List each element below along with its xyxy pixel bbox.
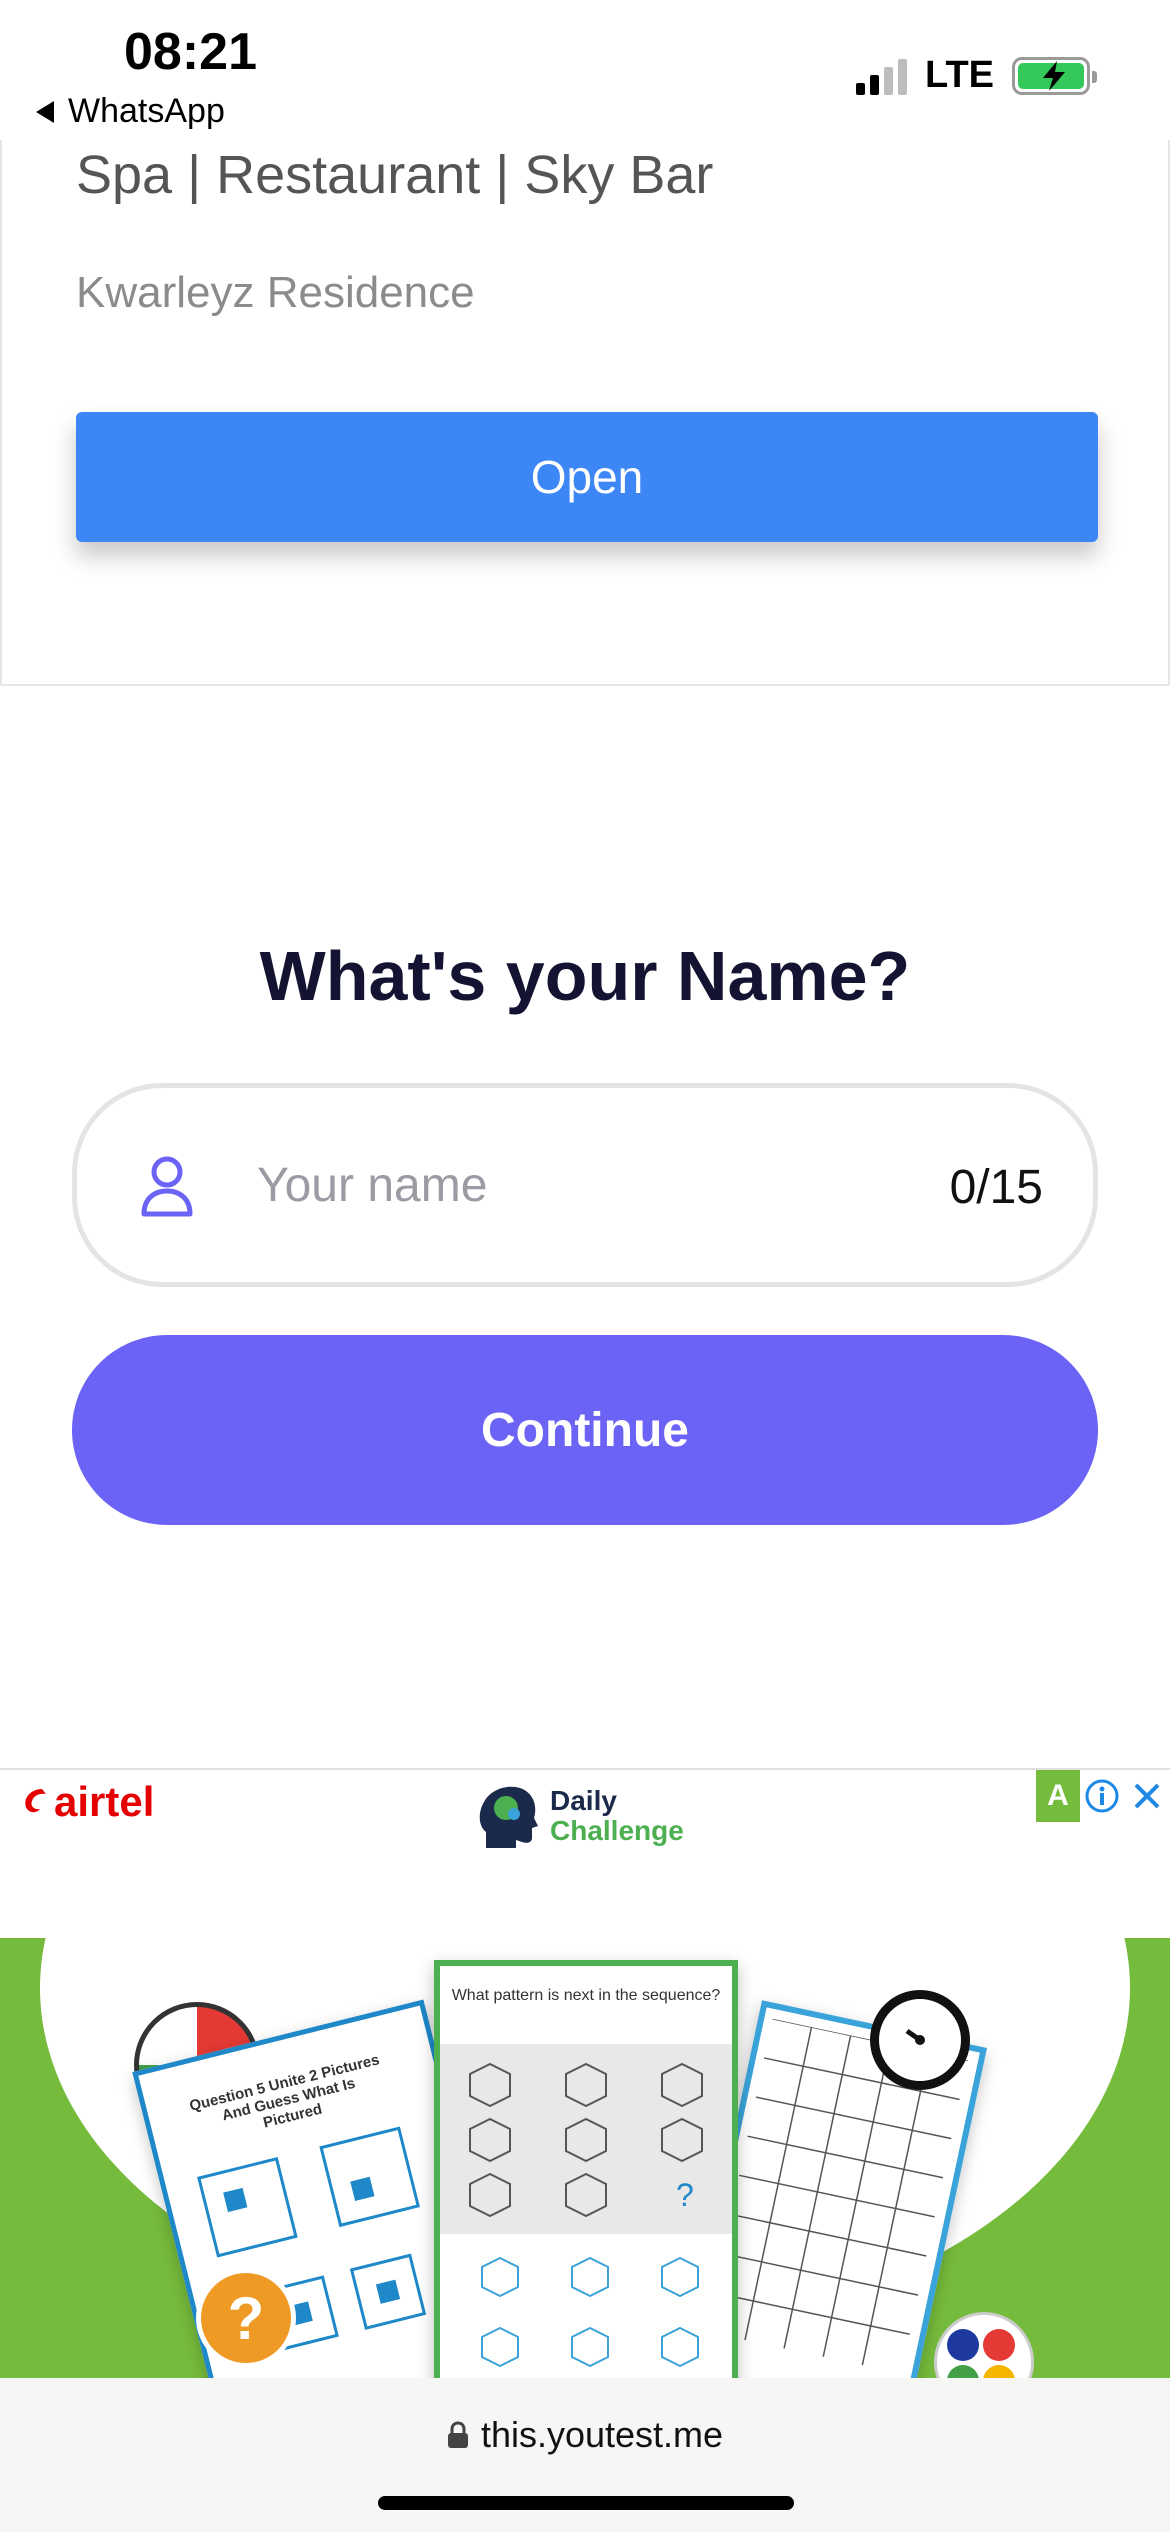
home-indicator[interactable] <box>378 2496 794 2510</box>
network-type: LTE <box>925 54 994 96</box>
back-arrow-icon <box>36 100 54 123</box>
signal-strength-icon <box>856 57 908 95</box>
ad-info-icon[interactable] <box>1080 1770 1124 1822</box>
ad-brand-logo: airtel <box>20 1778 154 1826</box>
pattern-options <box>440 2248 732 2378</box>
venue-subtitle: Kwarleyz Residence <box>76 268 475 317</box>
url-display[interactable]: this.youtest.me <box>0 2414 1170 2456</box>
browser-url-bar[interactable]: this.youtest.me <box>0 2378 1170 2532</box>
ad-controls: A <box>1036 1770 1170 1822</box>
user-icon <box>141 1156 193 1217</box>
status-bar: 08:21 WhatsApp LTE <box>0 0 1170 140</box>
open-button[interactable]: Open <box>76 412 1098 542</box>
character-counter: 0/15 <box>949 1161 1043 1214</box>
lock-icon <box>447 2421 468 2448</box>
ad-close-icon[interactable] <box>1124 1770 1170 1822</box>
stopwatch-icon <box>870 1990 970 2090</box>
adchoices-badge[interactable]: A <box>1036 1770 1080 1822</box>
venue-title: Spa | Restaurant | Sky Bar <box>76 145 714 205</box>
pattern-grid: ? <box>440 2044 732 2234</box>
url-text: this.youtest.me <box>480 2414 724 2455</box>
ad-headline-line2: Challenge <box>550 1815 684 1846</box>
status-time: 08:21 <box>124 23 257 81</box>
status-indicators: LTE <box>856 54 1097 97</box>
ad-headline: Daily Challenge <box>476 1782 684 1850</box>
name-heading: What's your Name? <box>259 937 911 1015</box>
back-app-label: WhatsApp <box>68 92 225 130</box>
back-to-app-link[interactable]: WhatsApp <box>36 92 225 131</box>
lottery-balls-illustration <box>934 2312 1034 2378</box>
name-input[interactable] <box>257 1140 877 1230</box>
ad-banner[interactable]: airtel Daily Challenge A Question 5 Unit… <box>0 1768 1170 2378</box>
battery-charging-icon <box>1012 56 1097 95</box>
question-badge: ? <box>196 2268 296 2368</box>
continue-button[interactable]: Continue <box>72 1335 1098 1525</box>
venue-card: Spa | Restaurant | Sky Bar Kwarleyz Resi… <box>0 140 1170 686</box>
pattern-question-mark: ? <box>676 2177 694 2213</box>
pattern-sheet-title: What pattern is next in the sequence? <box>451 1987 721 2004</box>
pattern-sheet: What pattern is next in the sequence? ? <box>434 1960 738 2378</box>
page: 08:21 WhatsApp LTE Spa | Restaurant | Sk… <box>0 0 1170 2532</box>
ad-headline-line1: Daily <box>550 1785 617 1816</box>
name-field[interactable]: 0/15 <box>72 1083 1098 1287</box>
brain-head-icon <box>479 1786 538 1848</box>
